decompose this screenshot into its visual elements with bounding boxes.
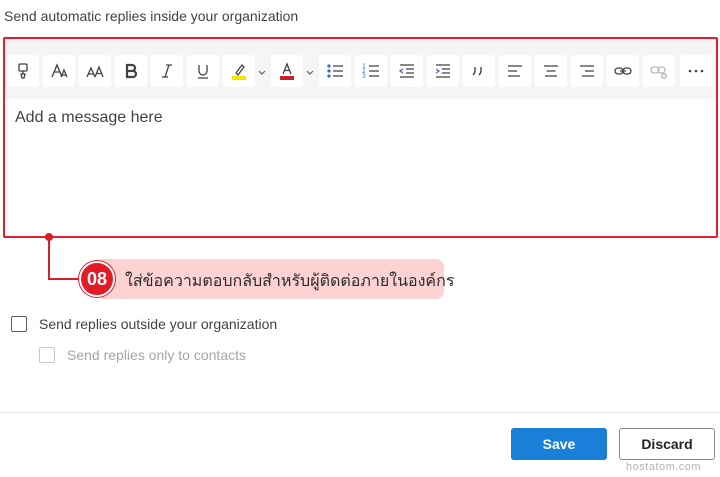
chevron-down-icon[interactable] [305,67,315,77]
message-placeholder[interactable]: Add a message here [15,109,163,127]
italic-icon [162,64,172,78]
bullets-button[interactable] [319,55,351,87]
footer-divider [0,412,720,413]
more-options-icon [688,69,704,73]
svg-text:3: 3 [362,73,366,80]
font-size-button[interactable] [79,55,111,87]
watermark: hostatom.com [626,461,702,473]
contacts-only-checkbox [39,347,55,363]
align-right-icon [580,65,594,77]
font-button[interactable] [43,55,75,87]
align-center-icon [544,65,558,77]
quote-icon [472,67,482,76]
link-icon [614,67,632,75]
align-left-button[interactable] [499,55,531,87]
unlink-icon [650,66,667,79]
increase-indent-button[interactable] [427,55,459,87]
underline-button[interactable] [187,55,219,87]
font-icon [51,63,68,78]
align-left-icon [508,65,522,77]
italic-button[interactable] [151,55,183,87]
format-painter-icon [18,63,28,79]
chevron-down-icon[interactable] [257,67,267,77]
more-options-button[interactable] [680,55,712,87]
quote-button[interactable] [463,55,495,87]
callout-text: ใส่ข้อความตอบกลับสำหรับผู้ติดต่อภายในองค… [125,273,455,290]
section-title: Send automatic replies inside your organ… [4,8,299,24]
highlight-icon [232,64,246,80]
bullets-icon [327,64,343,78]
underline-icon [198,65,208,79]
highlight-button[interactable] [223,55,255,87]
callout-step-badge: 08 [79,261,115,297]
save-button[interactable]: Save [511,428,607,460]
contacts-only-option: Send replies only to contacts [39,347,246,363]
formatting-toolbar: 1 2 3 [5,39,716,99]
font-color-icon [280,62,294,80]
bold-button[interactable] [115,55,147,87]
numbering-icon: 1 2 3 [362,63,379,80]
decrease-indent-button[interactable] [391,55,423,87]
callout-connector [48,238,50,280]
message-editor[interactable]: 1 2 3 Add a message here [3,37,718,238]
numbering-button[interactable]: 1 2 3 [355,55,387,87]
decrease-indent-icon [398,64,414,78]
discard-button[interactable]: Discard [619,428,715,460]
align-right-button[interactable] [571,55,603,87]
send-outside-checkbox[interactable] [11,316,27,332]
contacts-only-label: Send replies only to contacts [67,347,246,363]
link-button[interactable] [607,55,639,87]
increase-indent-icon [435,64,450,78]
unlink-button [643,55,675,87]
font-color-button[interactable] [271,55,303,87]
align-center-button[interactable] [535,55,567,87]
send-outside-label: Send replies outside your organization [39,316,278,332]
font-size-icon [86,65,104,78]
format-painter-button[interactable] [7,55,39,87]
bold-icon [125,63,138,79]
send-outside-option[interactable]: Send replies outside your organization [11,316,277,332]
